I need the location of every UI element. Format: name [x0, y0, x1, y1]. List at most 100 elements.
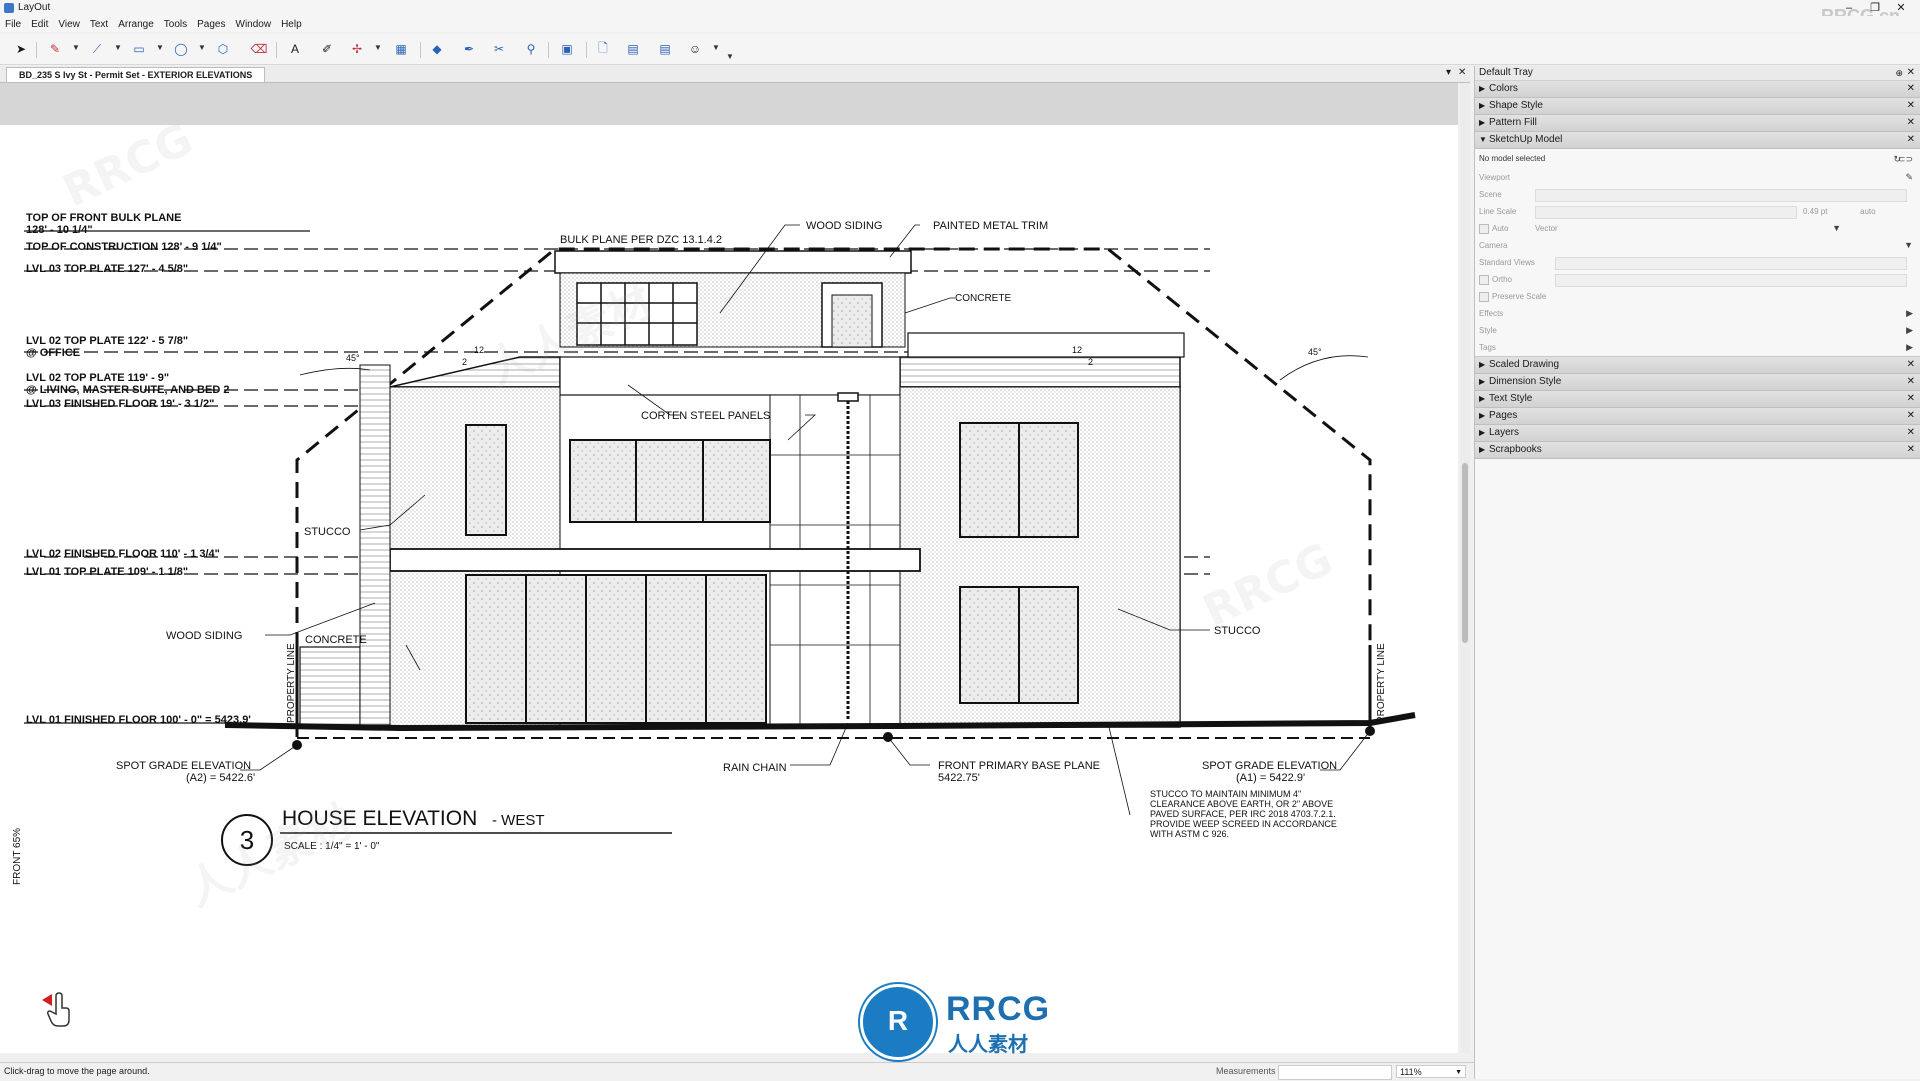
line-scale-mode[interactable]: auto — [1860, 203, 1876, 220]
scene-select[interactable] — [1535, 189, 1907, 202]
document-canvas[interactable]: TOP OF FRONT BULK PLANE 128' - 10 1/4" T… — [0, 83, 1458, 1053]
menu-pages[interactable]: Pages — [192, 16, 230, 31]
panel-layers[interactable]: ▶ Layers ✕ — [1475, 425, 1920, 442]
line-dropdown-icon[interactable]: ▼ — [114, 43, 122, 52]
toolbar-separator — [36, 42, 37, 58]
ortho-checkbox[interactable] — [1479, 274, 1489, 285]
model-status: No model selected ↻ ⊂⊃ — [1475, 149, 1920, 169]
zoom-dropdown-icon: ▼ — [1455, 1069, 1462, 1076]
style-row[interactable]: Style ▶ — [1475, 322, 1920, 339]
scene-row: Scene — [1475, 186, 1920, 203]
table-icon[interactable]: ▦ — [392, 40, 410, 58]
ortho-scale-select[interactable] — [1555, 274, 1907, 287]
scroll-thumb[interactable] — [1462, 463, 1468, 643]
menu-file[interactable]: File — [0, 16, 26, 31]
pitch-rise-label: 12 — [474, 345, 484, 355]
pitch-rise-label: 12 — [1072, 345, 1082, 355]
menu-arrange[interactable]: Arrange — [113, 16, 159, 31]
render-dropdown-icon[interactable]: ▼ — [1832, 220, 1841, 237]
pin-icon[interactable]: ⊕ — [1895, 66, 1903, 80]
circle-icon[interactable]: ◯ — [172, 40, 190, 58]
select-icon[interactable]: ➤ — [12, 40, 30, 58]
svg-text:PAVED SURFACE, PER IRC 2018 47: PAVED SURFACE, PER IRC 2018 4703.7.2.1. — [1150, 809, 1336, 819]
close-panel-icon[interactable]: ✕ — [1907, 374, 1915, 390]
panel-shape-style[interactable]: ▶ Shape Style ✕ — [1475, 98, 1920, 115]
close-panel-icon[interactable]: ✕ — [1907, 132, 1915, 148]
tags-row[interactable]: Tags ▶ — [1475, 339, 1920, 356]
user-dropdown-icon[interactable]: ▼ — [712, 43, 720, 52]
front-base-plane-value: 5422.75' — [938, 772, 980, 784]
drawing-page[interactable]: TOP OF FRONT BULK PLANE 128' - 10 1/4" T… — [0, 125, 1458, 1053]
standard-views-select[interactable] — [1555, 257, 1907, 270]
eraser-icon[interactable]: ⌫ — [250, 40, 268, 58]
style-icon[interactable]: ◆ — [428, 40, 446, 58]
close-panel-icon[interactable]: ✕ — [1907, 442, 1915, 458]
line-scale-value[interactable]: 0.49 pt — [1803, 203, 1827, 220]
line-icon[interactable]: ⟋ — [88, 40, 106, 58]
label-icon[interactable]: ✐ — [318, 40, 336, 58]
panel-sketchup-model[interactable]: ▼ SketchUp Model ✕ — [1475, 132, 1920, 149]
camera-collapse-icon[interactable]: ▼ — [1904, 237, 1913, 254]
add-page-icon[interactable]: 🗋 — [594, 40, 612, 58]
menu-text[interactable]: Text — [85, 16, 113, 31]
status-message: Click-drag to move the page around. — [4, 1066, 150, 1076]
previous-page-icon[interactable]: ▤ — [624, 40, 642, 58]
link-icon[interactable]: ⊂⊃ — [1898, 149, 1913, 169]
menu-window[interactable]: Window — [231, 16, 277, 31]
close-panel-icon[interactable]: ✕ — [1907, 81, 1915, 97]
toolbar-overflow-icon[interactable]: ▼ — [726, 52, 734, 61]
maximize-icon[interactable]: ❐ — [1862, 0, 1888, 16]
close-panel-icon[interactable]: ✕ — [1907, 408, 1915, 424]
user-icon[interactable]: ☺ — [686, 40, 704, 58]
rectangle-icon[interactable]: ▭ — [130, 40, 148, 58]
auto-checkbox[interactable] — [1479, 223, 1489, 234]
panel-pages[interactable]: ▶ Pages ✕ — [1475, 408, 1920, 425]
rectangle-dropdown-icon[interactable]: ▼ — [156, 43, 164, 52]
menu-view[interactable]: View — [53, 16, 85, 31]
close-panel-icon[interactable]: ✕ — [1907, 115, 1915, 131]
panel-dimension-style[interactable]: ▶ Dimension Style ✕ — [1475, 374, 1920, 391]
zoom-select[interactable]: 111% ▼ — [1396, 1065, 1466, 1078]
close-panel-icon[interactable]: ✕ — [1907, 425, 1915, 441]
join-icon[interactable]: ⚲ — [522, 40, 540, 58]
menu-tools[interactable]: Tools — [159, 16, 192, 31]
measurements-input[interactable] — [1278, 1065, 1392, 1080]
menu-help[interactable]: Help — [276, 16, 307, 31]
pencil-dropdown-icon[interactable]: ▼ — [72, 43, 80, 52]
dimension-dropdown-icon[interactable]: ▼ — [374, 43, 382, 52]
close-window-icon[interactable]: ✕ — [1888, 0, 1914, 16]
split-icon[interactable]: ✂ — [490, 40, 508, 58]
close-tab-icon[interactable]: ✕ — [1458, 67, 1466, 78]
panel-pattern-fill[interactable]: ▶ Pattern Fill ✕ — [1475, 115, 1920, 132]
minimize-icon[interactable]: – — [1836, 0, 1862, 16]
tab-list-icon[interactable]: ▾ — [1446, 67, 1451, 78]
panel-text-style[interactable]: ▶ Text Style ✕ — [1475, 391, 1920, 408]
menu-bar: File Edit View Text Arrange Tools Pages Window H… — [0, 16, 1920, 32]
text-icon[interactable]: A — [286, 40, 304, 58]
edit-icon[interactable]: ✎ — [1905, 169, 1913, 186]
close-panel-icon[interactable]: ✕ — [1907, 357, 1915, 373]
circle-dropdown-icon[interactable]: ▼ — [198, 43, 206, 52]
effects-row[interactable]: Effects ▶ — [1475, 305, 1920, 322]
dimension-icon[interactable]: ✢ — [348, 40, 366, 58]
camera-row: Camera ▼ — [1475, 237, 1920, 254]
next-page-icon[interactable]: ▤ — [656, 40, 674, 58]
vertical-scrollbar[interactable] — [1460, 83, 1470, 1053]
panel-colors[interactable]: ▶ Colors ✕ — [1475, 81, 1920, 98]
render-mode-select[interactable]: Vector — [1535, 220, 1558, 237]
polygon-icon[interactable]: ⬡ — [214, 40, 232, 58]
panel-scrapbooks[interactable]: ▶ Scrapbooks ✕ — [1475, 442, 1920, 459]
close-panel-icon[interactable]: ✕ — [1907, 98, 1915, 114]
line-scale-slider[interactable] — [1535, 206, 1797, 219]
menu-edit[interactable]: Edit — [26, 16, 53, 31]
pencil-icon[interactable]: ✎ — [46, 40, 64, 58]
document-tab[interactable]: BD_235 S Ivy St - Permit Set - EXTERIOR … — [6, 67, 266, 82]
pitch-run-label: 2 — [462, 357, 467, 367]
preserve-scale-checkbox[interactable] — [1479, 291, 1489, 302]
level-label: LVL 02 TOP PLATE 119' - 9" — [26, 372, 169, 384]
close-panel-icon[interactable]: ✕ — [1907, 391, 1915, 407]
sample-icon[interactable]: ✒ — [460, 40, 478, 58]
presentation-icon[interactable]: ▣ — [558, 40, 576, 58]
close-tray-icon[interactable]: ✕ — [1907, 66, 1915, 80]
panel-scaled-drawing[interactable]: ▶ Scaled Drawing ✕ — [1475, 357, 1920, 374]
